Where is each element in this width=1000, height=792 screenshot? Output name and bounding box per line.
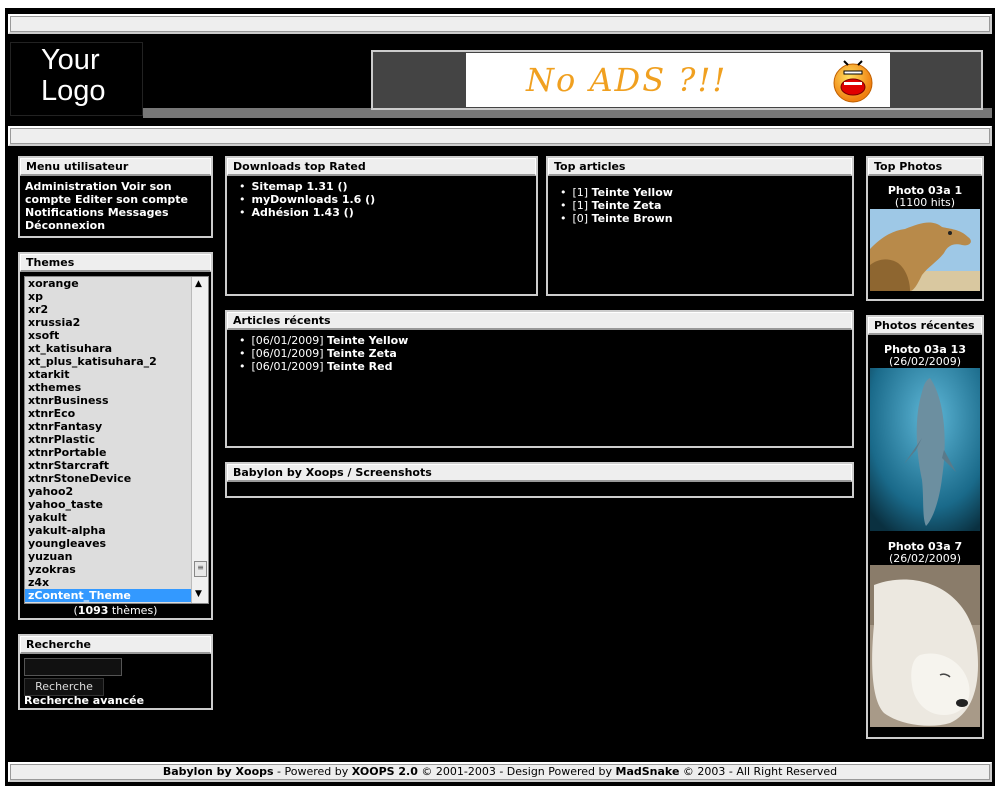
top-articles-block: Top articles [1] Teinte Yellow [1] Teint… bbox=[546, 156, 854, 296]
theme-option[interactable]: xorange bbox=[25, 277, 192, 290]
screenshots-block: Babylon by Xoops / Screenshots bbox=[225, 462, 854, 498]
theme-option[interactable]: xtnrEco bbox=[25, 407, 192, 420]
recent-articles-block: Articles récents [06/01/2009] Teinte Yel… bbox=[225, 310, 854, 448]
block-title: Menu utilisateur bbox=[20, 158, 211, 176]
photo-meta: (1100 hits) bbox=[894, 196, 956, 209]
theme-option[interactable]: yahoo2 bbox=[25, 485, 192, 498]
theme-option[interactable]: yzokras bbox=[25, 563, 192, 576]
theme-option[interactable]: xtnrStoneDevice bbox=[25, 472, 192, 485]
article-link[interactable]: Teinte Zeta bbox=[592, 199, 662, 212]
block-title: Downloads top Rated bbox=[227, 158, 536, 176]
theme-option[interactable]: xrussia2 bbox=[25, 316, 192, 329]
theme-option[interactable]: xtnrPortable bbox=[25, 446, 192, 459]
theme-option[interactable]: yahoo_taste bbox=[25, 498, 192, 511]
download-link[interactable]: myDownloads 1.6 () bbox=[252, 193, 376, 206]
block-title: Themes bbox=[20, 254, 211, 272]
block-title: Articles récents bbox=[227, 312, 852, 330]
top-bar bbox=[8, 14, 992, 34]
theme-option[interactable]: xsoft bbox=[25, 329, 192, 342]
theme-option[interactable]: xtarkit bbox=[25, 368, 192, 381]
block-title: Top Photos bbox=[868, 158, 982, 176]
list-item: [0] Teinte Brown bbox=[560, 212, 846, 225]
ad-banner-inner: No ADS ?!! bbox=[466, 53, 890, 107]
footer-author-link[interactable]: MadSnake bbox=[616, 765, 680, 778]
theme-option[interactable]: xt_katisuhara bbox=[25, 342, 192, 355]
theme-option[interactable]: xtnrFantasy bbox=[25, 420, 192, 433]
list-item: Adhésion 1.43 () bbox=[239, 206, 530, 219]
search-block: Recherche Recherche Recherche avancée bbox=[18, 634, 213, 710]
themes-count: (1093 thèmes) bbox=[73, 604, 158, 617]
footer-xoops-link[interactable]: XOOPS 2.0 bbox=[352, 765, 418, 778]
scroll-thumb[interactable]: ≡ bbox=[194, 561, 207, 577]
theme-select-list[interactable]: xorange xp xr2 xrussia2 xsoft xt_katisuhara xt… bbox=[24, 276, 209, 604]
recent-photos-block: Photos récentes Photo 03a 13 (26/02/2009… bbox=[866, 315, 984, 739]
list-item: [1] Teinte Zeta bbox=[560, 199, 846, 212]
scroll-up-icon[interactable]: ▲ bbox=[195, 279, 202, 289]
polar-bear-photo-icon[interactable] bbox=[870, 565, 980, 727]
theme-option[interactable]: yuzuan bbox=[25, 550, 192, 563]
theme-option[interactable]: yakult-alpha bbox=[25, 524, 192, 537]
theme-option[interactable]: z4x bbox=[25, 576, 192, 589]
recent-articles-list: [06/01/2009] Teinte Yellow [06/01/2009] … bbox=[233, 334, 846, 373]
list-item: [06/01/2009] Teinte Zeta bbox=[239, 347, 846, 360]
theme-option[interactable]: xtnrBusiness bbox=[25, 394, 192, 407]
theme-list-scrollbar[interactable]: ▲ ≡ ▼ bbox=[191, 277, 208, 603]
theme-option[interactable]: xthemes bbox=[25, 381, 192, 394]
list-item: [06/01/2009] Teinte Red bbox=[239, 360, 846, 373]
article-link[interactable]: Teinte Zeta bbox=[327, 347, 397, 360]
theme-option[interactable]: youngleaves bbox=[25, 537, 192, 550]
list-item: [06/01/2009] Teinte Yellow bbox=[239, 334, 846, 347]
user-menu-block: Menu utilisateur Administration Voir son… bbox=[18, 156, 213, 238]
camel-photo-icon[interactable] bbox=[870, 209, 980, 291]
article-link[interactable]: Teinte Red bbox=[327, 360, 392, 373]
block-title: Photos récentes bbox=[868, 317, 982, 335]
search-input[interactable] bbox=[24, 658, 122, 676]
block-title: Babylon by Xoops / Screenshots bbox=[227, 464, 852, 482]
menu-link-admin[interactable]: Administration bbox=[25, 180, 117, 193]
theme-option[interactable]: zContent_Theme bbox=[25, 589, 192, 602]
theme-option[interactable]: xt_plus_katisuhara_2 bbox=[25, 355, 192, 368]
block-title: Recherche bbox=[20, 636, 211, 654]
menu-link-messages[interactable]: Messages bbox=[108, 206, 169, 219]
dolphin-photo-icon[interactable] bbox=[870, 368, 980, 531]
article-link[interactable]: Teinte Yellow bbox=[327, 334, 408, 347]
theme-option[interactable]: xr2 bbox=[25, 303, 192, 316]
logo-text: Your Logo bbox=[41, 44, 106, 107]
nav-bar bbox=[8, 126, 992, 146]
user-menu-links: Administration Voir son compte Editer so… bbox=[20, 176, 211, 236]
ad-banner[interactable]: No ADS ?!! bbox=[371, 50, 983, 110]
screaming-smiley-icon bbox=[833, 60, 873, 103]
article-link[interactable]: Teinte Brown bbox=[592, 212, 673, 225]
footer-site-link[interactable]: Babylon by Xoops bbox=[163, 765, 274, 778]
photo-meta: (26/02/2009) bbox=[889, 355, 961, 368]
footer-bar: Babylon by Xoops - Powered by XOOPS 2.0 … bbox=[8, 762, 992, 782]
block-title: Top articles bbox=[548, 158, 852, 176]
top-photos-block: Top Photos Photo 03a 1 (1100 hits) bbox=[866, 156, 984, 301]
top-articles-list: [1] Teinte Yellow [1] Teinte Zeta [0] Te… bbox=[554, 186, 846, 225]
list-item: [1] Teinte Yellow bbox=[560, 186, 846, 199]
photo-meta: (26/02/2009) bbox=[889, 552, 961, 565]
article-link[interactable]: Teinte Yellow bbox=[592, 186, 673, 199]
downloads-block: Downloads top Rated Sitemap 1.31 () myDo… bbox=[225, 156, 538, 296]
list-item: Sitemap 1.31 () bbox=[239, 180, 530, 193]
theme-option[interactable]: xtnrStarcraft bbox=[25, 459, 192, 472]
theme-option[interactable]: xp bbox=[25, 290, 192, 303]
theme-option[interactable]: yakult bbox=[25, 511, 192, 524]
menu-link-logout[interactable]: Déconnexion bbox=[25, 219, 105, 232]
themes-block: Themes xorange xp xr2 xrussia2 xsoft xt_katis… bbox=[18, 252, 213, 620]
scroll-down-icon[interactable]: ▼ bbox=[195, 589, 202, 599]
advanced-search-link[interactable]: Recherche avancée bbox=[24, 694, 144, 707]
theme-options: xorange xp xr2 xrussia2 xsoft xt_katisuhara xt… bbox=[25, 277, 192, 602]
menu-link-notifications[interactable]: Notifications bbox=[25, 206, 104, 219]
download-link[interactable]: Sitemap 1.31 () bbox=[252, 180, 348, 193]
theme-option[interactable]: xtnrPlastic bbox=[25, 433, 192, 446]
menu-link-edit-account[interactable]: Editer son compte bbox=[75, 193, 188, 206]
downloads-list: Sitemap 1.31 () myDownloads 1.6 () Adhés… bbox=[233, 180, 530, 219]
list-item: myDownloads 1.6 () bbox=[239, 193, 530, 206]
download-link[interactable]: Adhésion 1.43 () bbox=[252, 206, 354, 219]
site-logo[interactable]: Your Logo bbox=[10, 42, 143, 116]
ad-text: No ADS ?!! bbox=[526, 61, 728, 99]
